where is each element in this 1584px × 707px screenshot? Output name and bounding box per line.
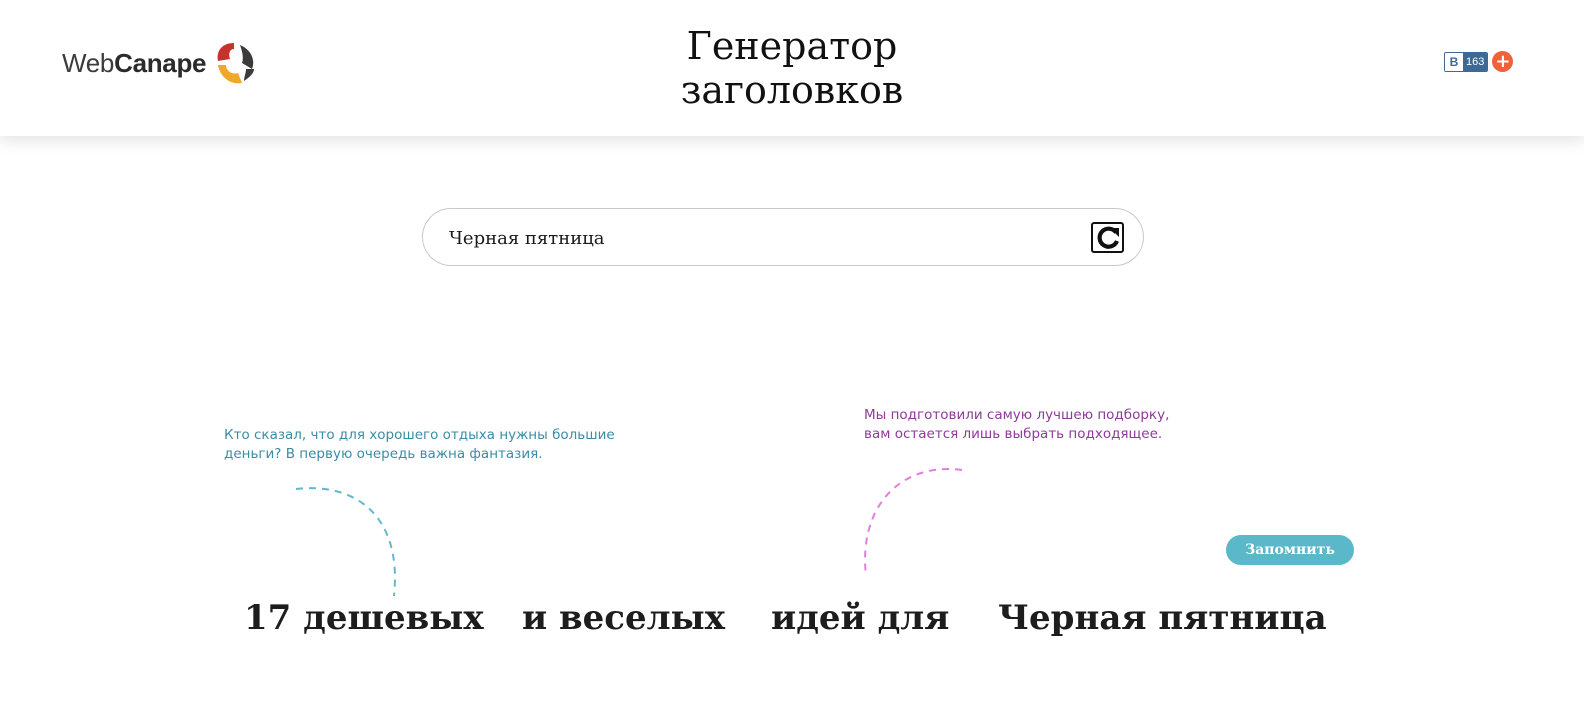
share-widget: В 163 + bbox=[1444, 51, 1514, 72]
page-title-line-2: заголовков bbox=[680, 68, 904, 112]
topic-input[interactable] bbox=[449, 223, 1069, 253]
hint-left: Кто сказал, что для хорошего отдыха нужн… bbox=[224, 427, 615, 462]
site-header: WebCanape Генератор заголовков В 163 + bbox=[0, 0, 1584, 136]
topic-search-box bbox=[422, 208, 1144, 266]
refresh-icon bbox=[1097, 226, 1119, 249]
vk-share-button[interactable]: В 163 bbox=[1444, 51, 1489, 72]
page-title-line-1: Генератор bbox=[686, 24, 898, 68]
hint-right: Мы подготовили самую лучшею подборку, ва… bbox=[864, 407, 1170, 442]
refresh-button[interactable] bbox=[1091, 222, 1124, 253]
headline-part-2[interactable]: и веселых bbox=[522, 596, 725, 640]
vk-share-count: 163 bbox=[1463, 52, 1488, 71]
more-share-plus-icon[interactable]: + bbox=[1492, 51, 1514, 72]
headline-part-3[interactable]: идей для bbox=[771, 596, 949, 640]
remember-button[interactable]: Запомнить bbox=[1226, 535, 1354, 565]
vk-icon: В bbox=[1445, 52, 1463, 71]
headline-part-1[interactable]: 17 дешевых bbox=[244, 596, 484, 640]
headline-part-4[interactable]: Черная пятница bbox=[998, 596, 1327, 640]
page-title: Генератор заголовков bbox=[0, 24, 1584, 112]
